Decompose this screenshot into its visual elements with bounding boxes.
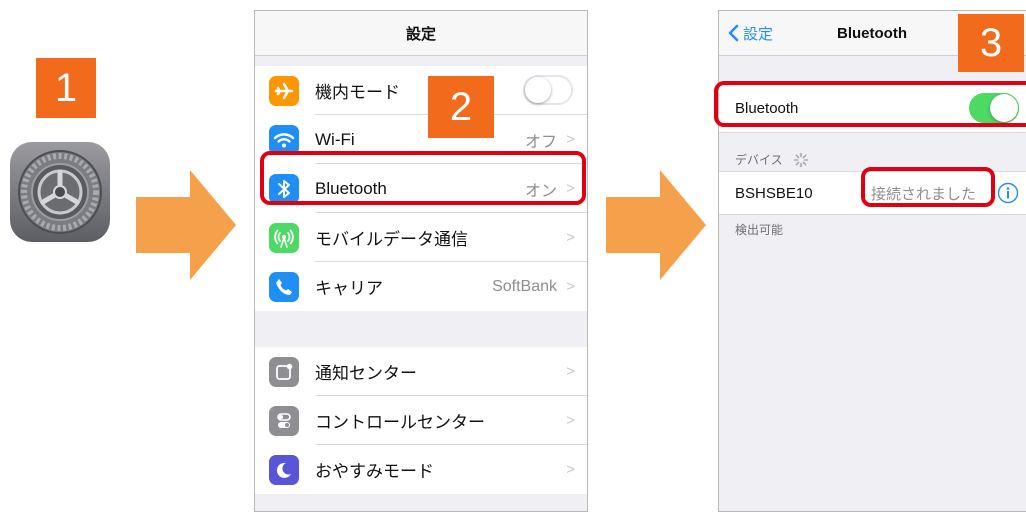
wifi-icon xyxy=(269,124,299,155)
notification-center-icon xyxy=(269,356,299,387)
settings-app-icon[interactable] xyxy=(10,142,110,242)
notification-center-row[interactable]: 通知センター > xyxy=(255,347,587,396)
wifi-status: オフ xyxy=(524,133,557,151)
carrier-row[interactable]: キャリア SoftBank > xyxy=(255,262,587,311)
airplane-icon xyxy=(269,75,299,106)
arrow-right-icon xyxy=(136,170,236,280)
info-icon[interactable] xyxy=(997,182,1019,204)
carrier-value: SoftBank xyxy=(492,277,557,295)
arrow-right-icon xyxy=(606,170,706,280)
do-not-disturb-row[interactable]: おやすみモード > xyxy=(255,445,587,494)
chevron-right-icon: > xyxy=(566,131,575,148)
connected-status-highlight xyxy=(861,167,995,207)
carrier-label: キャリア xyxy=(315,279,383,299)
step-1-badge: 1 xyxy=(36,58,96,118)
moon-icon xyxy=(269,454,299,485)
cellular-icon xyxy=(269,222,299,253)
airplane-mode-toggle[interactable] xyxy=(523,75,573,105)
chevron-right-icon: > xyxy=(566,461,575,478)
control-center-row[interactable]: コントロールセンター > xyxy=(255,396,587,445)
device-name: BSHSBE10 xyxy=(735,184,813,202)
mobile-data-label: モバイルデータ通信 xyxy=(315,230,468,250)
do-not-disturb-label: おやすみモード xyxy=(315,462,434,482)
devices-header-label: デバイス xyxy=(735,153,783,167)
step-2-badge: 2 xyxy=(428,76,494,138)
mobile-data-row[interactable]: モバイルデータ通信 > xyxy=(255,213,587,262)
chevron-right-icon: > xyxy=(566,412,575,429)
control-center-icon xyxy=(269,405,299,436)
wifi-label: Wi-Fi xyxy=(315,129,355,149)
notification-center-label: 通知センター xyxy=(315,364,417,384)
airplane-mode-row[interactable]: 機内モード xyxy=(255,66,587,115)
bluetooth-title: Bluetooth xyxy=(837,24,907,42)
settings-screen: 設定 機内モード Wi-Fi オフ > Bluetooth オン > モバイルデ… xyxy=(254,10,588,512)
chevron-left-icon xyxy=(728,24,739,42)
spinner-icon xyxy=(793,152,808,167)
control-center-label: コントロールセンター xyxy=(315,413,485,433)
discoverable-text: 検出可能 xyxy=(735,223,784,237)
phone-icon xyxy=(269,271,299,302)
bluetooth-row-highlight xyxy=(260,151,586,205)
step-3-badge: 3 xyxy=(958,14,1024,72)
back-button-label: 設定 xyxy=(743,24,774,43)
chevron-right-icon: > xyxy=(566,278,575,295)
devices-header: デバイス xyxy=(735,151,809,168)
bluetooth-toggle-highlight xyxy=(714,81,1026,127)
chevron-right-icon: > xyxy=(566,363,575,380)
airplane-mode-label: 機内モード xyxy=(315,83,400,103)
settings-title: 設定 xyxy=(255,11,587,56)
back-button[interactable]: 設定 xyxy=(727,23,773,44)
chevron-right-icon: > xyxy=(566,229,575,246)
